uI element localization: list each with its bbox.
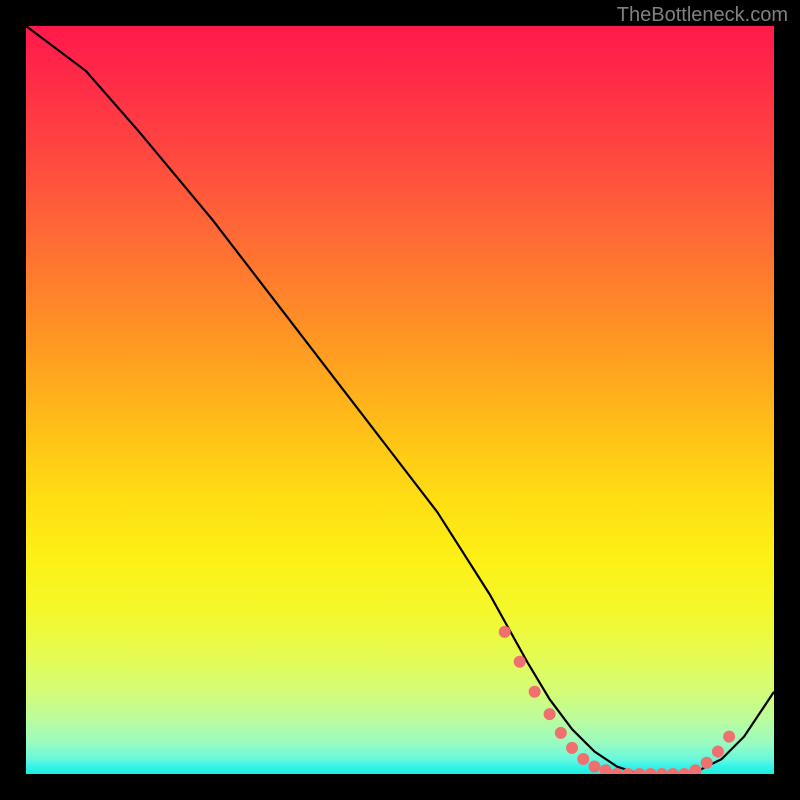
marker-dot	[689, 764, 701, 774]
marker-dot	[667, 768, 679, 774]
marker-dot	[588, 761, 600, 773]
marker-dot	[555, 727, 567, 739]
curve-group	[26, 26, 774, 774]
marker-dot	[678, 768, 690, 774]
marker-dot	[645, 768, 657, 774]
markers-group	[499, 626, 735, 774]
bottleneck-curve	[26, 26, 774, 774]
plot-area	[26, 26, 774, 774]
marker-dot	[566, 742, 578, 754]
marker-dot	[723, 731, 735, 743]
marker-dot	[712, 746, 724, 758]
marker-dot	[499, 626, 511, 638]
marker-dot	[577, 753, 589, 765]
marker-dot	[600, 764, 612, 774]
marker-dot	[529, 686, 541, 698]
marker-dot	[633, 768, 645, 774]
marker-dot	[514, 656, 526, 668]
marker-dot	[656, 768, 668, 774]
attribution-text: TheBottleneck.com	[617, 4, 788, 27]
marker-dot	[701, 757, 713, 769]
chart-svg	[26, 26, 774, 774]
marker-dot	[544, 708, 556, 720]
